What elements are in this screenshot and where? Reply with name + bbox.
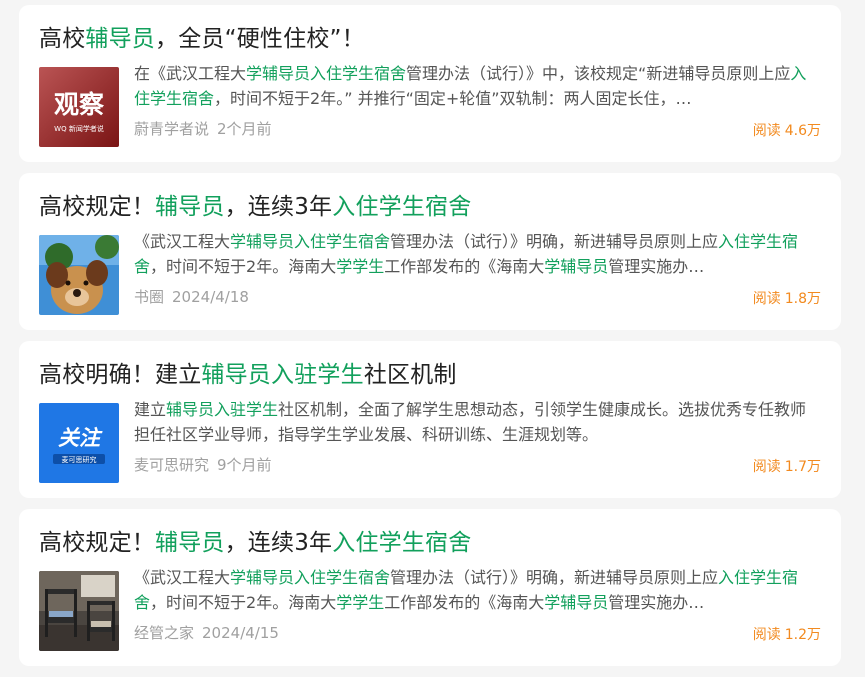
result-card[interactable]: 高校辅导员，全员“硬性住校”！ 观察 WQ 新闻学者说 在《武汉工程大学辅导员入… bbox=[19, 5, 841, 162]
text-segment: 高校规定！ bbox=[39, 530, 155, 556]
text-segment: 高校规定！ bbox=[39, 194, 155, 220]
read-count: 阅读 1.7万 bbox=[753, 456, 821, 476]
text-segment: 社区机制 bbox=[363, 362, 457, 388]
result-card[interactable]: 高校明确！建立辅导员入驻学生社区机制 关注 麦可思研究 建立辅导员入驻学生社区机… bbox=[19, 341, 841, 498]
text-segment: 工作部发布的《海南大 bbox=[384, 593, 545, 612]
result-meta: 麦可思研究 9个月前 bbox=[134, 454, 272, 475]
read-count-value: 1.7万 bbox=[784, 459, 821, 475]
text-segment: ，连续3年 bbox=[224, 194, 333, 220]
keyword-highlight: 辅导员入驻学生 bbox=[201, 362, 364, 388]
keyword-highlight: 辅导员 bbox=[155, 530, 225, 556]
keyword-highlight: 学学生 bbox=[336, 257, 385, 276]
publish-date: 9个月前 bbox=[217, 456, 272, 474]
text-segment: 工作部发布的《海南大 bbox=[384, 257, 545, 276]
text-segment: 高校明确！建立 bbox=[39, 362, 202, 388]
result-meta: 蔚青学者说 2个月前 bbox=[134, 118, 272, 139]
keyword-highlight: 辅导员 bbox=[85, 26, 156, 52]
text-segment: ，时间不短于2年。” 并推行“固定+轮值”双轨制：两人固定长住，… bbox=[214, 89, 692, 108]
result-card[interactable]: 高校规定！辅导员，连续3年入住学生宿舍 《武汉工程大学辅导员入住学生宿舍管理办法… bbox=[19, 173, 841, 330]
result-snippet: 在《武汉工程大学辅导员入住学生宿舍管理办法（试行）》中，该校规定“新进辅导员原则… bbox=[134, 61, 819, 111]
text-segment: 管理办法（试行）》中，该校规定“新进辅导员原则上应 bbox=[406, 64, 791, 83]
result-thumbnail[interactable] bbox=[39, 235, 119, 315]
keyword-highlight: 学辅导员入住学生宿舍 bbox=[246, 64, 407, 83]
text-segment: 建立 bbox=[134, 400, 167, 419]
result-title[interactable]: 高校规定！辅导员，连续3年入住学生宿舍 bbox=[39, 191, 471, 223]
result-snippet: 《武汉工程大学辅导员入住学生宿舍管理办法（试行）》明确，新进辅导员原则上应入住学… bbox=[134, 229, 819, 279]
focus-thumbnail-image: 关注 麦可思研究 bbox=[39, 403, 119, 483]
result-thumbnail[interactable]: 观察 WQ 新闻学者说 bbox=[39, 67, 119, 147]
keyword-highlight: 辅导员 bbox=[155, 194, 225, 220]
text-segment: ，连续3年 bbox=[224, 530, 333, 556]
read-count-value: 1.2万 bbox=[784, 627, 821, 643]
source-name[interactable]: 蔚青学者说 bbox=[134, 120, 209, 138]
thumb-sublabel: WQ 新闻学者说 bbox=[54, 124, 104, 133]
keyword-highlight: 学学生 bbox=[336, 593, 385, 612]
keyword-highlight: 辅导员入驻学生 bbox=[166, 400, 279, 419]
text-segment: ，时间不短于2年。海南大 bbox=[150, 257, 337, 276]
keyword-highlight: 学辅导员入住学生宿舍 bbox=[230, 232, 391, 251]
result-card[interactable]: 高校规定！辅导员，连续3年入住学生宿舍 《武汉工程大学辅导员入住学生宿舍管理办法… bbox=[19, 509, 841, 666]
text-segment: ，时间不短于2年。海南大 bbox=[150, 593, 337, 612]
read-count-label: 阅读 bbox=[752, 459, 781, 475]
read-count-value: 4.6万 bbox=[784, 123, 821, 139]
text-segment: 管理实施办… bbox=[608, 593, 705, 612]
source-name[interactable]: 书圈 bbox=[134, 288, 164, 306]
text-segment: 管理办法（试行）》明确，新进辅导员原则上应 bbox=[390, 232, 719, 251]
thumb-label: 关注 bbox=[58, 426, 103, 450]
text-segment: 《武汉工程大 bbox=[134, 232, 231, 251]
result-thumbnail[interactable] bbox=[39, 571, 119, 651]
result-title[interactable]: 高校辅导员，全员“硬性住校”！ bbox=[39, 23, 365, 55]
result-snippet: 《武汉工程大学辅导员入住学生宿舍管理办法（试行）》明确，新进辅导员原则上应入住学… bbox=[134, 565, 819, 615]
result-meta: 经管之家 2024/4/15 bbox=[134, 622, 279, 643]
keyword-highlight: 入住学生宿舍 bbox=[332, 194, 472, 220]
text-segment: 《武汉工程大 bbox=[134, 568, 231, 587]
keyword-highlight: 入住学生宿舍 bbox=[332, 530, 472, 556]
text-segment: 管理办法（试行）》明确，新进辅导员原则上应 bbox=[390, 568, 719, 587]
publish-date: 2个月前 bbox=[217, 120, 272, 138]
thumb-sublabel: 麦可思研究 bbox=[62, 455, 97, 464]
text-segment: ，全员“硬性住校”！ bbox=[155, 26, 365, 52]
read-count: 阅读 4.6万 bbox=[753, 120, 821, 140]
publish-date: 2024/4/18 bbox=[172, 288, 249, 306]
search-results-feed: 高校辅导员，全员“硬性住校”！ 观察 WQ 新闻学者说 在《武汉工程大学辅导员入… bbox=[0, 0, 865, 677]
thumb-label: 观察 bbox=[54, 90, 105, 119]
text-segment: 高校 bbox=[39, 26, 86, 52]
read-count: 阅读 1.2万 bbox=[753, 624, 821, 644]
read-count: 阅读 1.8万 bbox=[753, 288, 821, 308]
result-title[interactable]: 高校明确！建立辅导员入驻学生社区机制 bbox=[39, 359, 457, 391]
result-meta: 书圈 2024/4/18 bbox=[134, 286, 249, 307]
text-segment: 管理实施办… bbox=[608, 257, 705, 276]
source-name[interactable]: 麦可思研究 bbox=[134, 456, 209, 474]
read-count-label: 阅读 bbox=[752, 123, 781, 139]
keyword-highlight: 学辅导员 bbox=[544, 593, 609, 612]
result-snippet: 建立辅导员入驻学生社区机制，全面了解学生思想动态，引领学生健康成长。选拔优秀专任… bbox=[134, 397, 819, 447]
read-count-value: 1.8万 bbox=[784, 291, 821, 307]
keyword-highlight: 学辅导员入住学生宿舍 bbox=[230, 568, 391, 587]
keyword-highlight: 学辅导员 bbox=[544, 257, 609, 276]
text-segment: 在《武汉工程大 bbox=[134, 64, 247, 83]
source-name[interactable]: 经管之家 bbox=[134, 624, 194, 642]
read-count-label: 阅读 bbox=[752, 291, 781, 307]
result-thumbnail[interactable]: 关注 麦可思研究 bbox=[39, 403, 119, 483]
result-title[interactable]: 高校规定！辅导员，连续3年入住学生宿舍 bbox=[39, 527, 471, 559]
publish-date: 2024/4/15 bbox=[202, 624, 279, 642]
dorm-photo-image bbox=[39, 571, 119, 651]
observe-thumbnail-image: 观察 WQ 新闻学者说 bbox=[39, 67, 119, 147]
dog-photo-image bbox=[39, 235, 119, 315]
read-count-label: 阅读 bbox=[752, 627, 781, 643]
